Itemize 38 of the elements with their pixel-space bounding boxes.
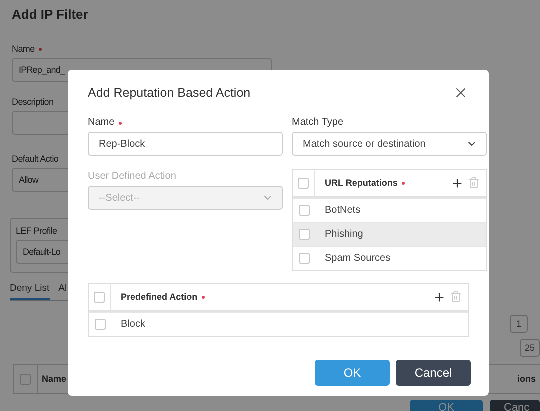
checkbox[interactable] — [94, 292, 105, 302]
field-label: Default Actio — [12, 153, 60, 165]
checkbox[interactable] — [298, 205, 310, 216]
cancel-button[interactable]: Canc — [490, 400, 540, 411]
trash-icon[interactable] — [468, 177, 480, 189]
add-icon[interactable] — [451, 176, 464, 190]
table-row[interactable]: Phishing — [293, 222, 486, 246]
checkbox[interactable] — [298, 178, 309, 188]
ok-button[interactable]: OK — [315, 360, 390, 386]
field-label: Name — [12, 43, 530, 55]
row-label: Block — [121, 319, 146, 330]
row-label: Phishing — [325, 229, 364, 240]
row-label: Spam Sources — [325, 253, 391, 264]
column-header: Name — [41, 374, 68, 384]
field-label: Description — [12, 96, 55, 108]
page-size-select[interactable]: 25 — [520, 339, 540, 357]
add-icon[interactable] — [433, 290, 446, 304]
field-label: Name — [88, 117, 283, 129]
page-number[interactable]: 1 — [510, 315, 528, 333]
cancel-button[interactable]: Cancel — [396, 360, 471, 386]
checkbox[interactable] — [94, 319, 106, 330]
column-header: Predefined Action — [121, 292, 205, 302]
column-header: ions — [516, 374, 537, 384]
tab[interactable]: Al — [58, 281, 68, 300]
row-label: BotNets — [325, 205, 361, 216]
field-label: LEF Profile — [16, 225, 58, 237]
column-header: URL Reputations — [325, 178, 405, 188]
match-type-select[interactable]: Match source or destination — [292, 132, 487, 156]
tab[interactable]: Deny List — [10, 281, 50, 300]
dialog-title: Add Reputation Based Action — [88, 86, 251, 100]
page-title: Add IP Filter — [12, 6, 90, 24]
field-label: User Defined Action — [88, 171, 178, 183]
name-input[interactable]: Rep-Block — [88, 132, 283, 156]
trash-icon[interactable] — [450, 291, 462, 303]
checkbox[interactable] — [298, 253, 310, 264]
checkbox[interactable] — [20, 374, 31, 384]
checkbox[interactable] — [298, 229, 310, 240]
field-label: Match Type — [292, 117, 345, 129]
